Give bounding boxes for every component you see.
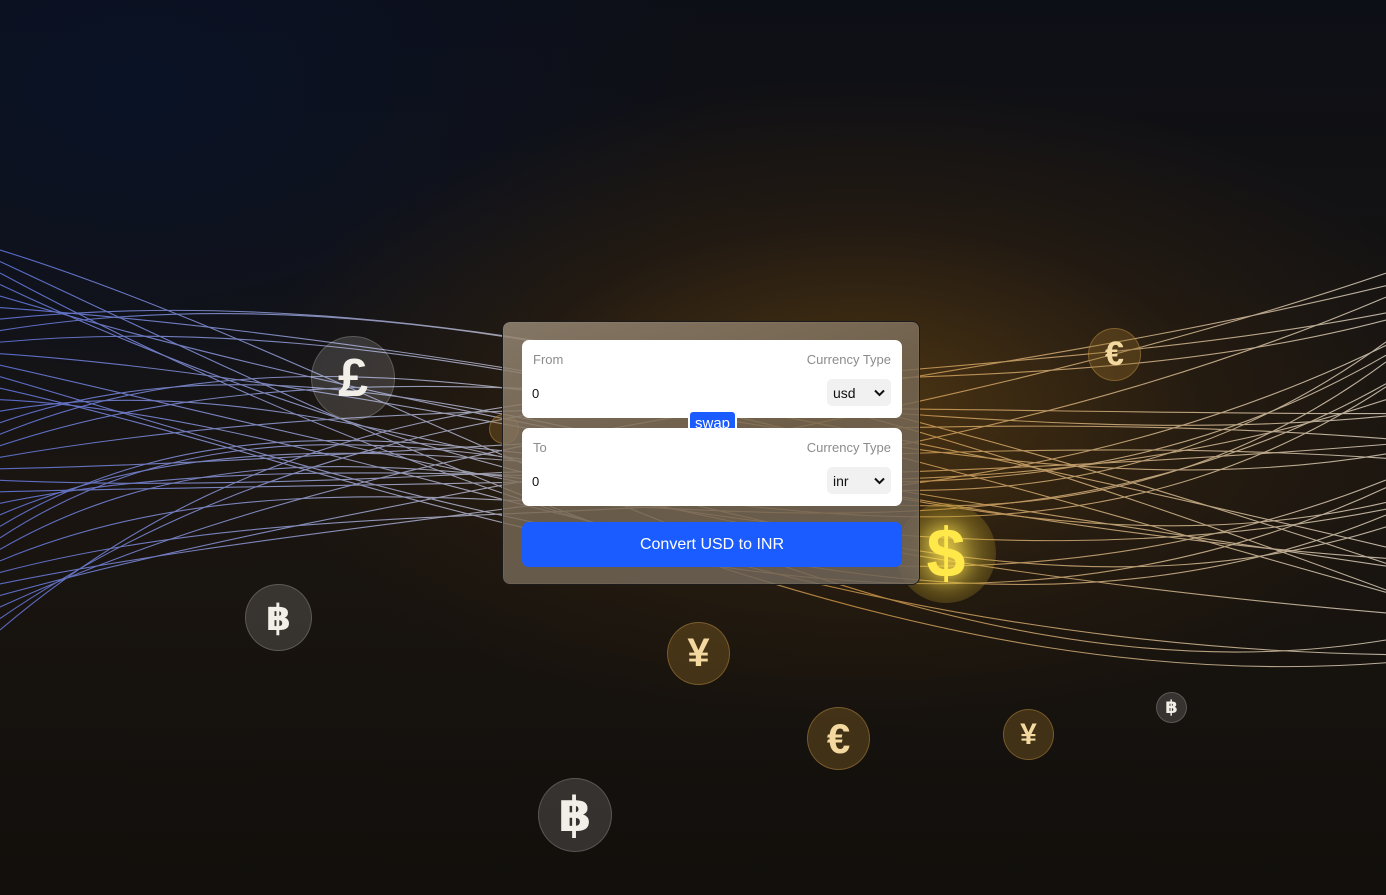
euro-coin-icon: €	[1088, 328, 1141, 381]
chevron-down-icon	[874, 477, 885, 484]
bitcoin-coin-icon: ฿	[1156, 692, 1187, 723]
to-panel: To Currency Type inr	[522, 428, 902, 506]
to-currency-select[interactable]: inr	[827, 467, 891, 494]
bitcoin-coin-icon: ฿	[245, 584, 312, 651]
convert-button[interactable]: Convert USD to INR	[522, 522, 902, 567]
euro-coin-icon: €	[807, 707, 870, 770]
from-currency-type-label: Currency Type	[806, 352, 891, 367]
yen-coin-icon: ¥	[1003, 709, 1054, 760]
to-currency-value: inr	[833, 472, 849, 489]
yen-coin-icon: ¥	[667, 622, 730, 685]
from-currency-value: usd	[833, 384, 856, 401]
converter-card: From Currency Type usd swap To Currency …	[502, 321, 920, 585]
pound-coin-icon: £	[311, 336, 395, 420]
from-amount-input[interactable]	[532, 383, 772, 403]
chevron-down-icon	[874, 389, 885, 396]
to-label: To	[533, 440, 547, 455]
from-label: From	[533, 352, 564, 367]
to-currency-type-label: Currency Type	[806, 440, 891, 455]
bitcoin-coin-icon: ฿	[538, 778, 612, 852]
from-panel: From Currency Type usd	[522, 340, 902, 418]
to-amount-input[interactable]	[532, 471, 772, 491]
from-currency-select[interactable]: usd	[827, 379, 891, 406]
